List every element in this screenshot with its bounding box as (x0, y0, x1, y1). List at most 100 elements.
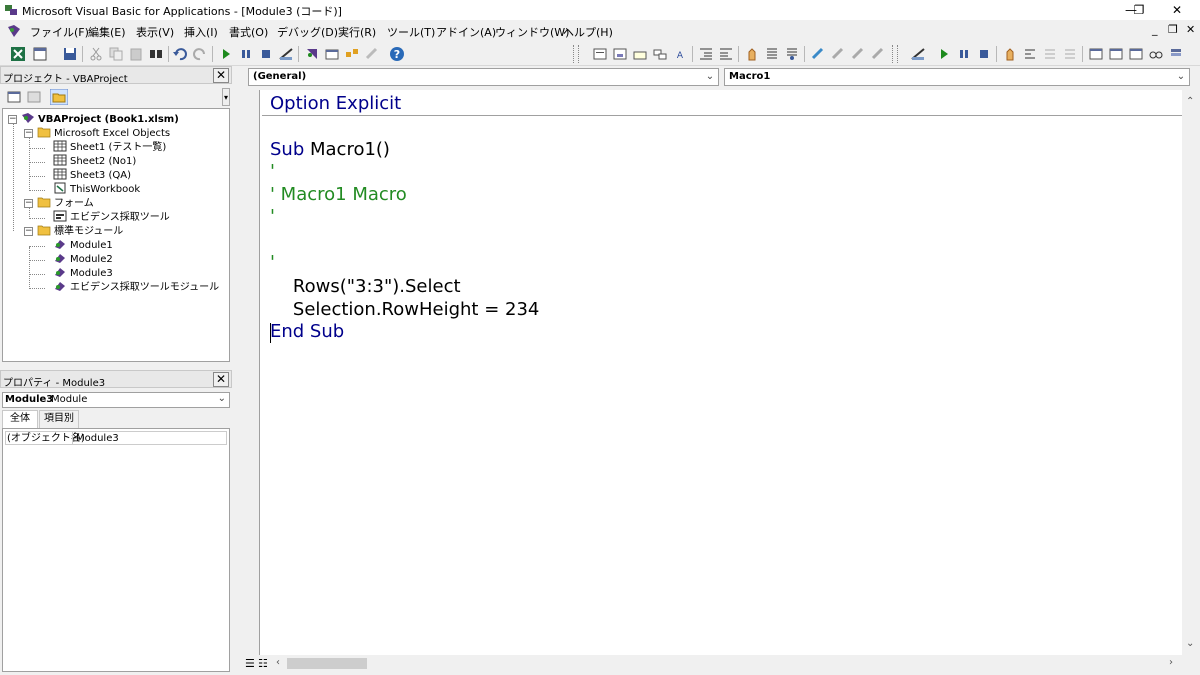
list-constants-icon[interactable] (612, 46, 628, 62)
toggle-bookmark-icon[interactable] (810, 46, 826, 62)
object-browser-icon[interactable] (344, 46, 360, 62)
toolbar-grip[interactable] (573, 45, 579, 63)
code-line-row-height[interactable]: Selection.RowHeight = 234 (270, 299, 540, 321)
code-editor[interactable] (243, 90, 1182, 655)
next-bookmark-icon[interactable] (830, 46, 846, 62)
complete-word-icon[interactable]: A (672, 46, 688, 62)
reset-icon-2[interactable] (976, 46, 992, 62)
undo-icon[interactable] (172, 46, 188, 62)
quick-info-icon[interactable] (632, 46, 648, 62)
copy-icon[interactable] (108, 46, 124, 62)
window-close-button[interactable]: ✕ (1154, 0, 1200, 20)
watch-window-icon[interactable] (1128, 46, 1144, 62)
code-margin[interactable] (243, 90, 260, 655)
menu-format[interactable]: 書式(O) (229, 24, 268, 40)
excel-view-icon[interactable] (10, 46, 26, 62)
tree-folder-modules[interactable]: 標準モジュール (37, 224, 123, 238)
code-line-option-explicit[interactable]: Option Explicit (270, 93, 401, 115)
uncomment-block-icon[interactable] (784, 46, 800, 62)
scroll-left-icon[interactable]: ‹ (276, 657, 280, 668)
run-icon-2[interactable] (936, 46, 952, 62)
project-panel-close-button[interactable]: ✕ (213, 68, 229, 83)
menu-file[interactable]: ファイル(F) (30, 24, 89, 40)
parameter-info-icon[interactable] (652, 46, 668, 62)
menu-help[interactable]: ヘルプ(H) (563, 24, 613, 40)
menu-insert[interactable]: 挿入(I) (184, 24, 218, 40)
procedure-combo[interactable]: Macro1 ⌄ (724, 68, 1190, 86)
properties-window-icon[interactable] (324, 46, 340, 62)
toggle-breakpoint-icon[interactable] (744, 46, 760, 62)
insert-module-icon[interactable] (32, 46, 48, 62)
toolbox-icon[interactable] (364, 46, 380, 62)
tree-folder-forms[interactable]: フォーム (37, 196, 94, 210)
vba-menu-icon[interactable] (6, 23, 22, 39)
comment-block-icon[interactable] (764, 46, 780, 62)
tree-item-root[interactable]: VBAProject (Book1.xlsm) (21, 112, 179, 126)
design-mode-icon-2[interactable] (910, 46, 926, 62)
locals-window-icon[interactable] (1088, 46, 1104, 62)
list-properties-icon[interactable] (592, 46, 608, 62)
menu-edit[interactable]: 編集(E) (88, 24, 126, 40)
tab-categorized[interactable]: 項目別 (39, 410, 79, 428)
immediate-window-icon[interactable] (1108, 46, 1124, 62)
find-icon[interactable] (148, 46, 164, 62)
mdi-restore-button[interactable]: ❐ (1168, 23, 1178, 36)
tree-item-module-evidence[interactable]: エビデンス採取ツールモジュール (53, 280, 219, 294)
forms-collapse-toggle[interactable]: − (24, 199, 33, 208)
tree-item-module1[interactable]: Module1 (53, 238, 113, 252)
code-line-comment-2[interactable]: ' Macro1 Macro (270, 184, 407, 206)
break-icon-2[interactable] (956, 46, 972, 62)
code-line-end-sub[interactable]: End Sub (270, 321, 344, 343)
indent-icon[interactable] (698, 46, 714, 62)
code-line-comment-3[interactable]: ' (270, 206, 275, 228)
cut-icon[interactable] (88, 46, 104, 62)
code-line-comment-1[interactable]: ' (270, 161, 275, 183)
horizontal-scrollbar[interactable]: ‹ › (272, 655, 1182, 672)
tree-item-form-evidence[interactable]: エビデンス採取ツール (53, 210, 170, 224)
properties-panel-close-button[interactable]: ✕ (213, 372, 229, 387)
tree-folder-excel-objects[interactable]: Microsoft Excel Objects (37, 126, 170, 140)
tree-item-module3[interactable]: Module3 (53, 266, 113, 280)
project-toolbar-overflow[interactable]: ▾ (222, 88, 230, 106)
step-into-icon[interactable] (1022, 46, 1038, 62)
tree-item-thisworkbook[interactable]: ThisWorkbook (53, 182, 140, 196)
code-line-rows-select[interactable]: Rows("3:3").Select (270, 276, 461, 298)
property-value[interactable]: Module3 (76, 432, 119, 445)
break-icon[interactable] (238, 46, 254, 62)
tree-item-module2[interactable]: Module2 (53, 252, 113, 266)
step-out-icon[interactable] (1062, 46, 1078, 62)
scroll-right-icon[interactable]: › (1169, 657, 1173, 668)
view-object-icon[interactable] (26, 89, 42, 105)
root-collapse-toggle[interactable]: − (8, 115, 17, 124)
tree-item-sheet3[interactable]: Sheet3 (QA) (53, 168, 131, 182)
paste-icon[interactable] (128, 46, 144, 62)
toggle-folders-icon[interactable] (50, 89, 68, 105)
project-explorer-icon[interactable] (304, 46, 320, 62)
menu-view[interactable]: 表示(V) (136, 24, 174, 40)
properties-object-select[interactable]: Module3 Module ⌄ (2, 392, 230, 408)
design-mode-icon[interactable] (278, 46, 294, 62)
call-stack-icon[interactable] (1168, 46, 1184, 62)
object-combo[interactable]: (General) ⌄ (248, 68, 719, 86)
mdi-close-button[interactable]: ✕ (1186, 23, 1195, 36)
quick-watch-icon[interactable] (1148, 46, 1164, 62)
previous-bookmark-icon[interactable] (850, 46, 866, 62)
horizontal-scroll-thumb[interactable] (287, 658, 367, 669)
menu-addins[interactable]: アドイン(A) (436, 24, 496, 40)
toolbar-grip-2[interactable] (892, 45, 898, 63)
help-icon[interactable]: ? (389, 46, 405, 62)
clear-bookmarks-icon[interactable] (870, 46, 886, 62)
procedure-view-icon[interactable]: ☰ (245, 657, 255, 670)
save-icon[interactable] (62, 46, 78, 62)
menu-debug[interactable]: デバッグ(D) (277, 24, 338, 40)
menu-run[interactable]: 実行(R) (338, 24, 376, 40)
code-line-comment-4[interactable]: ' (270, 252, 275, 274)
reset-icon[interactable] (258, 46, 274, 62)
tree-item-sheet2[interactable]: Sheet2 (No1) (53, 154, 136, 168)
redo-icon[interactable] (192, 46, 208, 62)
mdi-minimize-button[interactable]: _ (1152, 23, 1158, 36)
tree-item-sheet1[interactable]: Sheet1 (テスト一覧) (53, 140, 166, 154)
step-over-icon[interactable] (1042, 46, 1058, 62)
tab-alphabetic[interactable]: 全体 (2, 410, 38, 428)
view-code-icon[interactable] (6, 89, 22, 105)
